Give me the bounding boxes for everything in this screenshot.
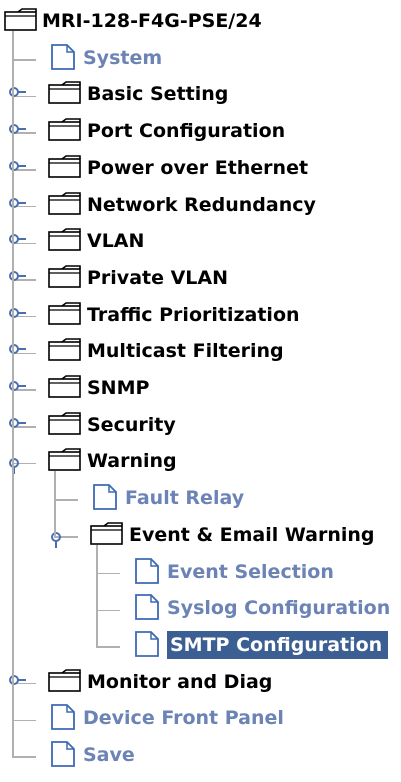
tree-item-device-front-panel[interactable]: Device Front Panel [0, 701, 401, 735]
page-icon [134, 593, 160, 626]
tree-item-security[interactable]: Security [0, 408, 401, 442]
page-icon [50, 703, 76, 736]
expand-toggle-icon[interactable] [8, 122, 26, 145]
folder-icon [48, 118, 82, 147]
page-icon [50, 740, 76, 773]
tree-item-network-redundancy[interactable]: Network Redundancy [0, 188, 401, 222]
tree-item-basic-setting[interactable]: Basic Setting [0, 77, 401, 111]
tree-item-port-configuration[interactable]: Port Configuration [0, 114, 401, 148]
folder-icon [48, 154, 82, 184]
tree-item-label: Device Front Panel [83, 707, 284, 730]
tree-item-system[interactable]: System [0, 41, 401, 75]
expand-toggle-icon[interactable] [8, 232, 26, 255]
tree-item-save[interactable]: Save [0, 738, 401, 772]
folder-icon [48, 81, 82, 110]
expand-toggle-icon[interactable] [8, 306, 26, 329]
tree-item-vlan[interactable]: VLAN [0, 224, 401, 258]
expand-toggle-icon[interactable] [8, 379, 26, 402]
tree-item-label: Event Selection [167, 560, 334, 583]
tree-item-label: VLAN [87, 230, 145, 253]
tree-item-label: Basic Setting [87, 83, 229, 106]
tree-item-label: Save [83, 744, 135, 766]
tree-item-power-over-ethernet[interactable]: Power over Ethernet [0, 151, 401, 185]
collapse-toggle-icon[interactable] [8, 456, 26, 479]
tree-item-multicast-filtering[interactable]: Multicast Filtering [0, 334, 401, 368]
tree-item-private-vlan[interactable]: Private VLAN [0, 261, 401, 295]
page-icon [134, 630, 160, 663]
tree-item-monitor-and-diag[interactable]: Monitor and Diag [0, 665, 401, 699]
tree-item-label-selected: SMTP Configuration [167, 630, 389, 659]
tree-trunk-line [12, 30, 14, 757]
tree-item-label: System [83, 46, 163, 69]
collapse-toggle-icon[interactable] [50, 530, 68, 553]
tree-item-label: Syslog Configuration [167, 597, 391, 620]
folder-icon [48, 338, 82, 367]
tree-item-label: Network Redundancy [87, 193, 316, 216]
folder-icon [48, 301, 82, 331]
tree-trunk-line [54, 471, 56, 537]
tree-item-fault-relay[interactable]: Fault Relay [0, 481, 401, 515]
tree-item-syslog-configuration[interactable]: Syslog Configuration [0, 591, 401, 625]
tree-item-label: Traffic Prioritization [87, 303, 300, 326]
tree-item-label: Private VLAN [87, 266, 229, 289]
tree-item-smtp-configuration[interactable]: SMTP Configuration [0, 628, 401, 662]
tree-root-mri-128-f4g-pse-24[interactable]: MRI-128-F4G-PSE/24 [0, 4, 401, 38]
page-icon [50, 43, 76, 76]
folder-icon [48, 411, 82, 441]
expand-toggle-icon[interactable] [8, 269, 26, 292]
tree-item-label: Fault Relay [125, 487, 245, 510]
tree-item-label: SNMP [87, 377, 150, 399]
tree-item-label: Monitor and Diag [87, 670, 273, 693]
expand-toggle-icon[interactable] [8, 196, 26, 219]
tree-trunk-line [96, 544, 98, 647]
navigation-tree: MRI-128-F4G-PSE/24 System Basic Setting Por… [0, 0, 401, 782]
expand-toggle-icon[interactable] [8, 416, 26, 439]
folder-icon [48, 668, 82, 698]
folder-icon [48, 265, 82, 294]
tree-item-label: Security [87, 413, 176, 436]
folder-icon [48, 191, 82, 221]
expand-toggle-icon[interactable] [8, 673, 26, 696]
expand-toggle-icon[interactable] [8, 85, 26, 108]
tree-item-label: Warning [87, 450, 177, 473]
tree-item-label: Multicast Filtering [87, 340, 284, 363]
tree-item-event-and-email-warning[interactable]: Event & Email Warning [0, 518, 401, 552]
page-icon [134, 557, 160, 590]
tree-item-warning[interactable]: Warning [0, 444, 401, 478]
folder-icon [4, 8, 38, 37]
tree-item-label: Event & Email Warning [129, 523, 375, 546]
tree-item-event-selection[interactable]: Event Selection [0, 555, 401, 589]
page-icon [92, 483, 118, 516]
tree-item-label: MRI-128-F4G-PSE/24 [42, 10, 262, 32]
tree-item-snmp[interactable]: SNMP [0, 371, 401, 405]
expand-toggle-icon[interactable] [8, 159, 26, 182]
expand-toggle-icon[interactable] [8, 342, 26, 365]
folder-icon [48, 375, 82, 404]
tree-item-label: Port Configuration [87, 120, 286, 143]
folder-icon [48, 228, 82, 257]
tree-item-traffic-prioritization[interactable]: Traffic Prioritization [0, 298, 401, 332]
tree-item-label: Power over Ethernet [87, 156, 309, 179]
